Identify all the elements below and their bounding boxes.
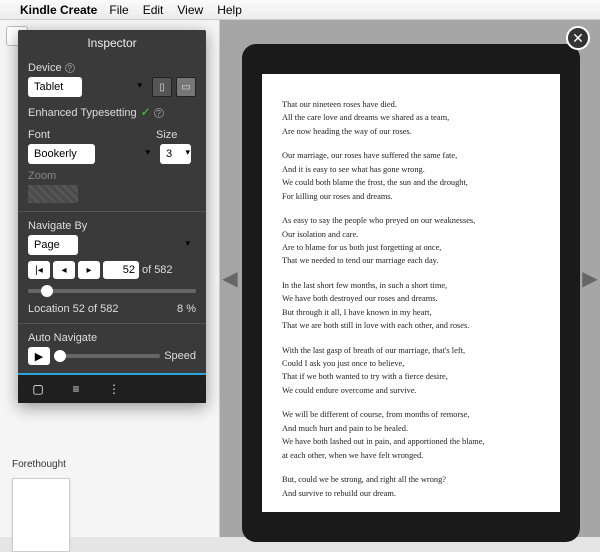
poem-line: With the last gasp of breath of our marr… — [282, 344, 540, 357]
menu-view[interactable]: View — [177, 3, 203, 17]
navigate-by-select[interactable]: Page — [28, 235, 78, 255]
inspector-footer: ▢ ≡ ⋮ — [18, 373, 206, 403]
typesetting-label: Enhanced Typesetting — [28, 107, 137, 119]
poem-line: That we are both still in love with each… — [282, 319, 540, 332]
list-icon[interactable]: ≡ — [66, 381, 86, 397]
stanza: We will be different of course, from mon… — [282, 408, 540, 462]
size-label: Size — [156, 129, 196, 141]
close-icon[interactable]: ✕ — [566, 26, 590, 50]
poem-line: We have both lashed out in pain, and app… — [282, 435, 540, 448]
preview-area: ✕ ◀ ▶ That our nineteen roses have died.… — [220, 20, 600, 537]
stanza: Our marriage, our roses have suffered th… — [282, 149, 540, 203]
orientation-portrait-icon[interactable]: ▯ — [152, 77, 172, 97]
next-page-button[interactable]: ▸ — [78, 261, 100, 279]
inspector-panel: Inspector Device? Tablet ▯ ▭ Enhanced Ty… — [18, 30, 206, 403]
device-frame: That our nineteen roses have died.All th… — [242, 44, 580, 542]
menu-help[interactable]: Help — [217, 3, 242, 17]
poem-line: But through it all, I have known in my h… — [282, 306, 540, 319]
auto-navigate-label: Auto Navigate — [28, 332, 196, 344]
percent-text: 8 % — [177, 303, 196, 315]
total-pages: 582 — [154, 264, 172, 276]
tablet-icon[interactable]: ▢ — [28, 381, 48, 397]
zoom-label: Zoom — [28, 170, 196, 182]
next-arrow-icon[interactable]: ▶ — [582, 267, 598, 291]
location-text: Location 52 of 582 — [28, 303, 119, 315]
prev-arrow-icon[interactable]: ◀ — [222, 267, 238, 291]
poem-line: Our marriage, our roses have suffered th… — [282, 149, 540, 162]
speed-label: Speed — [164, 350, 196, 362]
font-select[interactable]: Bookerly — [28, 144, 95, 164]
speed-slider[interactable] — [54, 354, 160, 358]
settings-icon[interactable]: ⋮ — [104, 381, 124, 397]
menu-file[interactable]: File — [109, 3, 128, 17]
orientation-landscape-icon[interactable]: ▭ — [176, 77, 196, 97]
menubar: Kindle Create File Edit View Help — [0, 0, 600, 20]
play-button[interactable]: ▶ — [28, 347, 50, 365]
stanza: With the last gasp of breath of our marr… — [282, 344, 540, 398]
stanza: In the last short few months, in such a … — [282, 279, 540, 333]
stanza: That our nineteen roses have died.All th… — [282, 98, 540, 138]
first-page-button[interactable]: |◂ — [28, 261, 50, 279]
poem-line: We could endure overcome and survive. — [282, 384, 540, 397]
poem-line: at each other, when we have felt wronged… — [282, 449, 540, 462]
poem-line: That we needed to tend our marriage each… — [282, 254, 540, 267]
page-input[interactable] — [103, 261, 139, 279]
device-label: Device — [28, 62, 62, 74]
poem-line: That if we both wanted to try with a fie… — [282, 370, 540, 383]
poem-line: And survive to rebuild our dream. — [282, 487, 540, 500]
poem-line: As easy to say the people who preyed on … — [282, 214, 540, 227]
app-name[interactable]: Kindle Create — [20, 3, 97, 17]
poem-line: And it is easy to see what has gone wron… — [282, 163, 540, 176]
menu-edit[interactable]: Edit — [143, 3, 164, 17]
poem-line: And much hurt and pain to be healed. — [282, 422, 540, 435]
poem-line: But, could we be strong, and right all t… — [282, 473, 540, 486]
slider-thumb[interactable] — [41, 285, 53, 297]
check-icon: ✓ — [141, 105, 151, 119]
thumbnail-label: Forethought — [12, 459, 215, 470]
font-label: Font — [28, 129, 152, 141]
speed-thumb[interactable] — [54, 350, 66, 362]
of-text: of — [142, 264, 151, 276]
zoom-control — [28, 185, 78, 203]
page-slider[interactable] — [28, 289, 196, 293]
inspector-title: Inspector — [18, 30, 206, 56]
poem-line: We will be different of course, from mon… — [282, 408, 540, 421]
poem-line: Our isolation and care. — [282, 228, 540, 241]
device-select[interactable]: Tablet — [28, 77, 82, 97]
poem-line: Are now heading the way of our roses. — [282, 125, 540, 138]
stanza: As easy to say the people who preyed on … — [282, 214, 540, 268]
page-content: That our nineteen roses have died.All th… — [262, 74, 560, 512]
poem-line: That our nineteen roses have died. — [282, 98, 540, 111]
help-icon[interactable]: ? — [154, 108, 164, 118]
poem-line: We could both blame the frost, the sun a… — [282, 176, 540, 189]
poem-line: We have both destroyed our roses and dre… — [282, 292, 540, 305]
poem-line: For killing our roses and dreams. — [282, 190, 540, 203]
poem-line: In the last short few months, in such a … — [282, 279, 540, 292]
size-select[interactable]: 3 — [160, 144, 191, 164]
stanza: But, could we be strong, and right all t… — [282, 473, 540, 500]
page-thumbnail[interactable] — [12, 478, 70, 552]
poem-line: Are to blame for us both just forgetting… — [282, 241, 540, 254]
navigate-by-label: Navigate By — [28, 220, 196, 232]
prev-page-button[interactable]: ◂ — [53, 261, 75, 279]
poem-line: Could I ask you just once to believe, — [282, 357, 540, 370]
poem-line: All the care love and dreams we shared a… — [282, 111, 540, 124]
help-icon[interactable]: ? — [65, 63, 75, 73]
